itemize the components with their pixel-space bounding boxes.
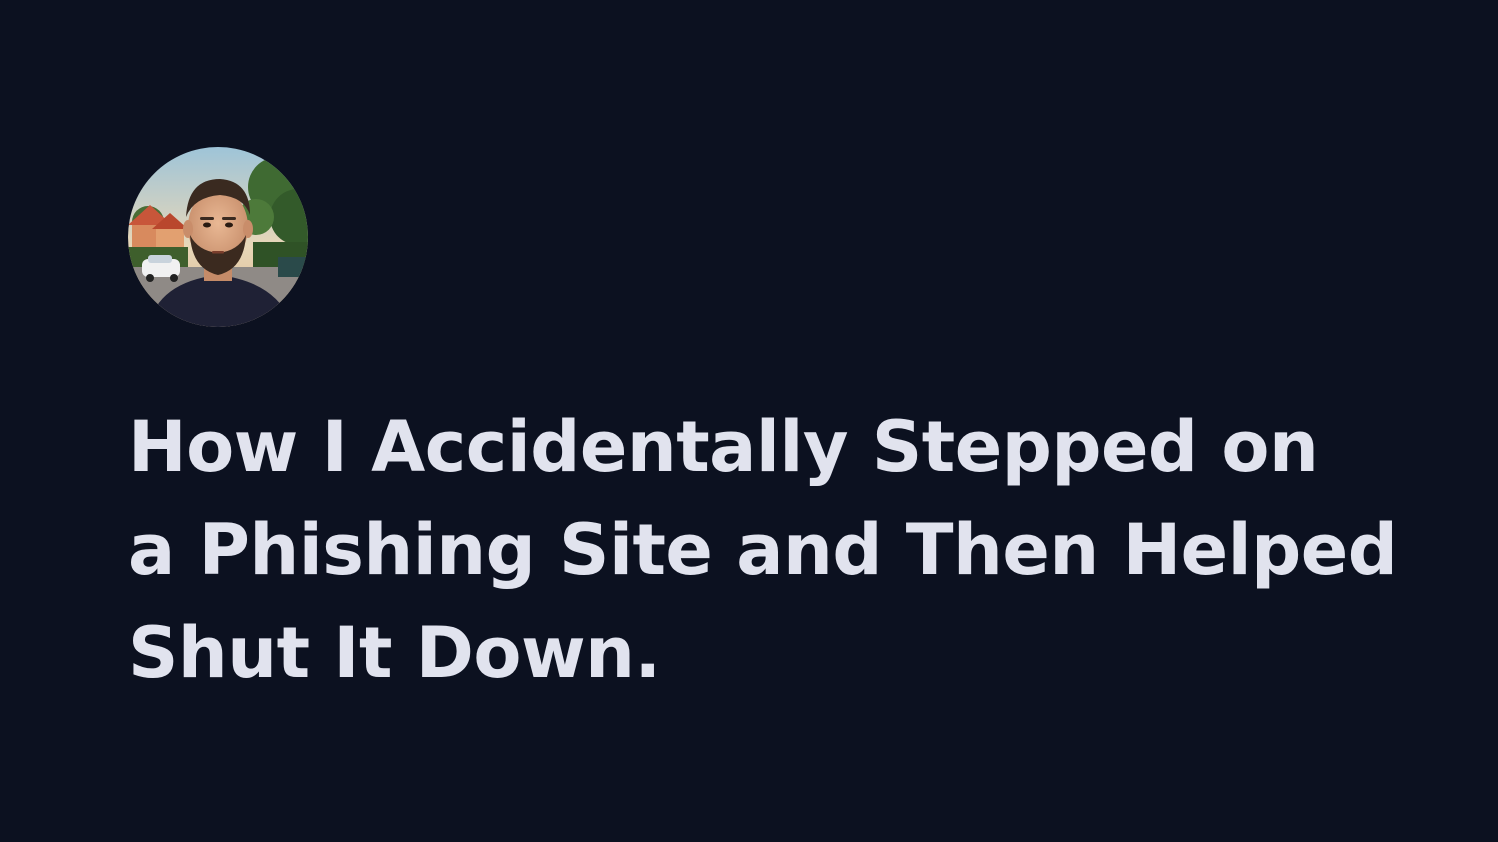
author-avatar (128, 147, 308, 327)
post-title: How I Accidentally Stepped on a Phishing… (128, 396, 1428, 705)
post-title-line: Shut It Down. (128, 612, 661, 694)
post-title-line: How I Accidentally Stepped on (128, 406, 1319, 488)
avatar-photo-icon (128, 147, 308, 327)
post-title-line: a Phishing Site and Then Helped (128, 509, 1398, 591)
post-cover-card: How I Accidentally Stepped on a Phishing… (0, 0, 1498, 842)
